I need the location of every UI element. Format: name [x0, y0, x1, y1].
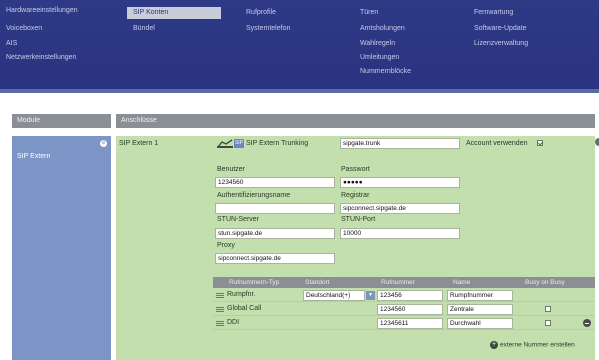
password-label: Passwort [341, 166, 370, 173]
busy-on-busy-checkbox[interactable] [545, 320, 551, 326]
col-number: Rufnummer [381, 279, 415, 286]
col-busy: Busy on Busy [525, 279, 565, 286]
password-field[interactable]: ●●●●● [340, 177, 460, 188]
user-label: Benutzer [217, 166, 246, 173]
use-account-label: Account verwenden [466, 140, 528, 147]
stun-port-field[interactable]: 10000 [340, 228, 460, 239]
module-sip-extern[interactable]: SIP Extern [17, 153, 50, 160]
nav-hardware[interactable]: Hardwareeinstellungen [6, 7, 78, 14]
nav-fernwartung[interactable]: Fernwartung [474, 9, 513, 16]
nav-amtsholungen[interactable]: Amtsholungen [360, 25, 405, 32]
col-type: Rufnummern-Typ [229, 279, 280, 286]
drag-handle-icon[interactable] [216, 307, 224, 312]
chevron-down-icon[interactable]: ▼ [366, 291, 375, 300]
busy-on-busy-checkbox[interactable] [545, 306, 551, 312]
table-row: DDI 12345611 Durchwahl [213, 317, 595, 330]
account-type-label: SIP Extern Trunking [246, 140, 309, 147]
stun-server-field[interactable]: stun.sipgate.de [215, 228, 335, 239]
authname-label: Authentifizierungsname [217, 192, 291, 199]
stun-port-label: STUN-Port [341, 216, 376, 223]
connections-header: Anschlüsse [116, 114, 595, 128]
nav-rufprofile[interactable]: Rufprofile [246, 9, 276, 16]
nav-ais[interactable]: AIS [6, 40, 17, 47]
proxy-label: Proxy [217, 242, 235, 249]
table-row: Rumpfnr. Deutschland(+) ▼ 123456 Rumpfnu… [213, 289, 595, 302]
location-select[interactable]: Deutschland(+) ▼ [303, 290, 375, 301]
nav-lizenzverwaltung[interactable]: Lizenzverwaltung [474, 40, 528, 47]
name-field[interactable]: Rumpfnummer [447, 290, 513, 301]
nav-voiceboxen[interactable]: Voiceboxen [6, 25, 42, 32]
row-type: Global Call [227, 305, 262, 312]
user-field[interactable]: 1234560 [215, 177, 335, 188]
modules-header: Module [12, 114, 111, 128]
drag-handle-icon[interactable] [216, 321, 224, 326]
row-type: Rumpfnr. [227, 291, 256, 298]
nav-network[interactable]: Netzwerkeinstellungen [6, 54, 76, 61]
nav-sip-konten[interactable]: SIP Konten [127, 7, 221, 19]
modules-panel: ⚙ SIP Extern [12, 136, 111, 360]
nav-nummernbloecke[interactable]: Nummernblöcke [360, 68, 411, 75]
number-field[interactable]: 123456 [377, 290, 443, 301]
location-value: Deutschland(+) [306, 292, 351, 299]
top-navigation: Hardwareeinstellungen Voiceboxen AIS Net… [0, 0, 599, 89]
nav-umleitungen[interactable]: Umleitungen [360, 54, 399, 61]
nav-divider [0, 89, 599, 93]
numbers-table-header: Rufnummern-Typ Standort Rufnummer Name B… [213, 277, 595, 288]
add-external-number-button[interactable]: + externe Nummer erstellen [490, 341, 575, 349]
plus-icon: + [490, 341, 498, 349]
account-name: SIP Extern 1 [119, 140, 159, 147]
trunk-field[interactable]: sipgate.trunk [340, 138, 460, 149]
number-field[interactable]: 1234560 [377, 304, 443, 315]
col-name: Name [453, 279, 471, 286]
use-account-checkbox[interactable] [537, 140, 543, 146]
sip-badge: SIP [234, 139, 244, 148]
numbers-table: Rufnummern-Typ Standort Rufnummer Name B… [213, 277, 595, 333]
number-field[interactable]: 12345611 [377, 318, 443, 329]
nav-tueren[interactable]: Türen [360, 9, 378, 16]
trunk-icon [217, 139, 233, 148]
table-row: Global Call 1234560 Zentrale [213, 303, 595, 316]
add-external-number-label: externe Nummer erstellen [500, 341, 575, 349]
nav-wahlregeln[interactable]: Wahlregeln [360, 40, 395, 47]
name-field[interactable]: Zentrale [447, 304, 513, 315]
nav-systemtelefon[interactable]: Systemtelefon [246, 25, 290, 32]
col-location: Standort [305, 279, 330, 286]
drag-handle-icon[interactable] [216, 293, 224, 298]
nav-buendel[interactable]: Bündel [133, 25, 155, 32]
stun-server-label: STUN-Server [217, 216, 260, 223]
registrar-label: Registrar [341, 192, 370, 199]
name-field[interactable]: Durchwahl [447, 318, 513, 329]
module-settings-icon[interactable]: ⚙ [100, 140, 107, 147]
nav-software-update[interactable]: Software-Update [474, 25, 527, 32]
collapse-handle[interactable] [595, 138, 599, 146]
proxy-field[interactable]: sipconnect.sipgate.de [215, 253, 335, 264]
authname-field[interactable] [215, 203, 335, 214]
registrar-field[interactable]: sipconnect.sipgate.de [340, 203, 460, 214]
remove-number-icon[interactable] [583, 319, 591, 327]
row-type: DDI [227, 319, 240, 326]
